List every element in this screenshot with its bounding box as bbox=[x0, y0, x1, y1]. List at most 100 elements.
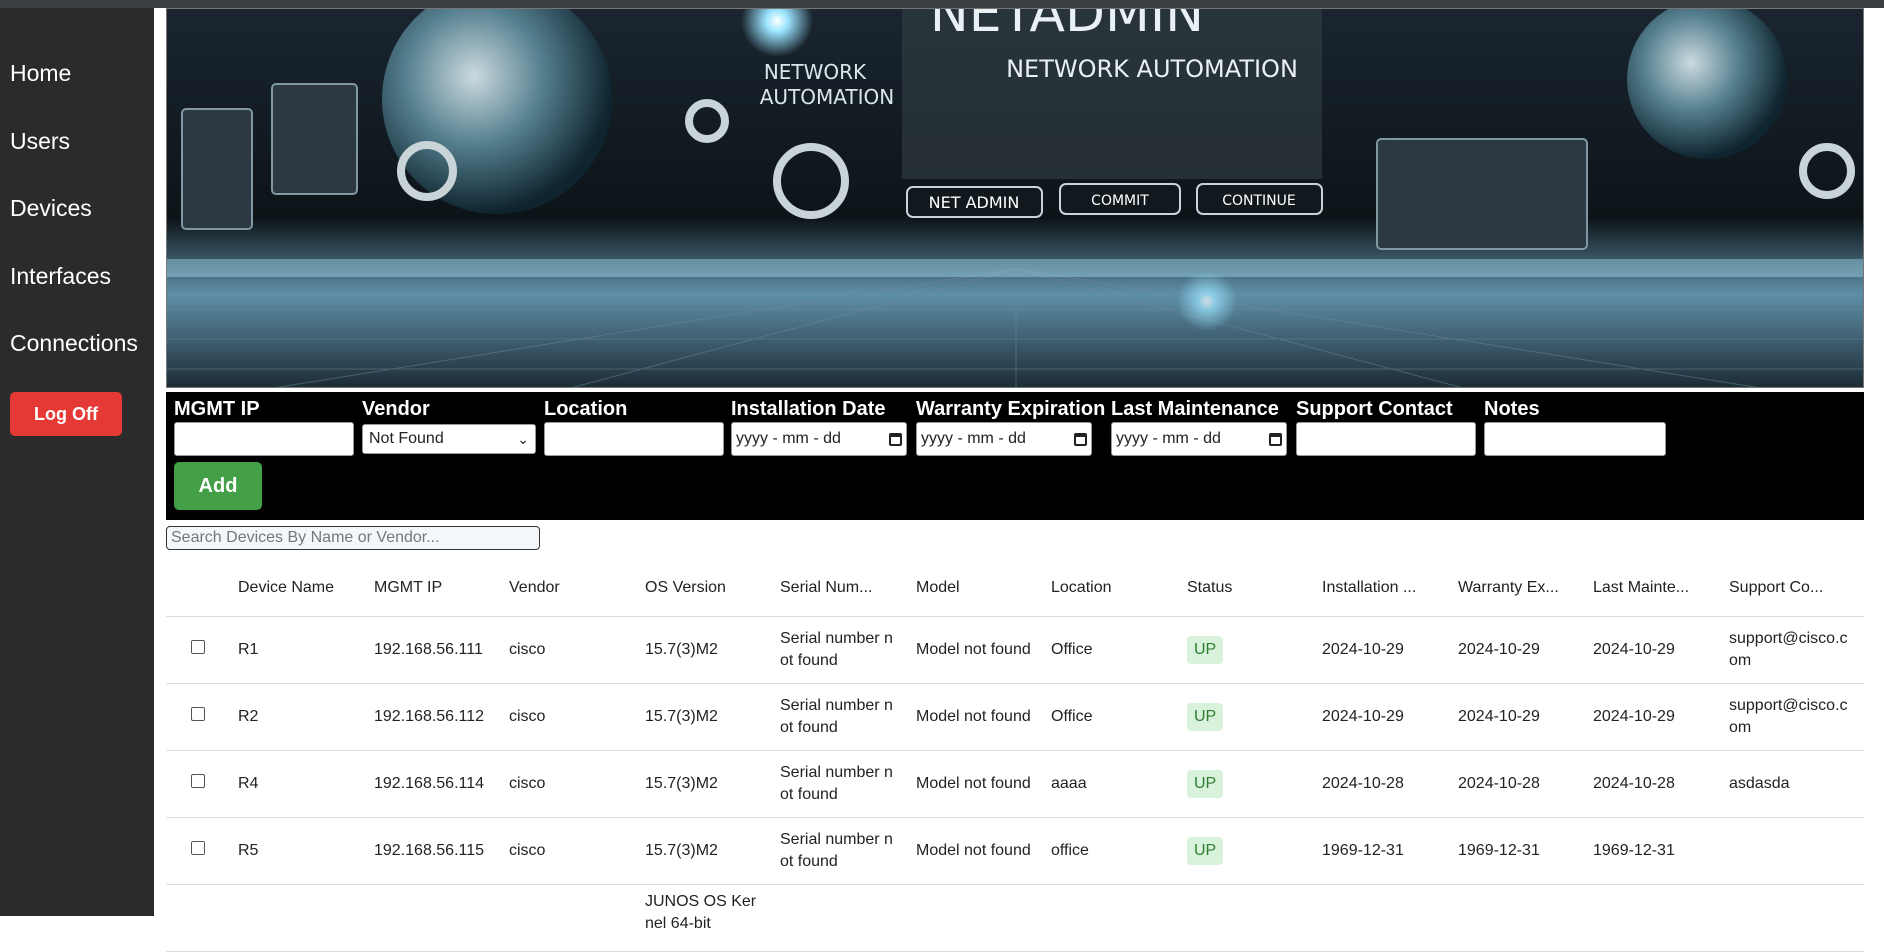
sidebar-item-connections[interactable]: Connections bbox=[10, 330, 138, 357]
last-maintenance-cell: 2024-10-29 bbox=[1585, 683, 1721, 751]
status-badge: UP bbox=[1187, 702, 1224, 731]
sidebar-item-interfaces[interactable]: Interfaces bbox=[10, 263, 111, 290]
banner-image: NETADMIN NETWORK AUTOMATION NETWORK AUTO… bbox=[166, 8, 1864, 388]
banner-artwork: NETADMIN NETWORK AUTOMATION NETWORK AUTO… bbox=[167, 9, 1863, 387]
row-checkbox[interactable] bbox=[191, 840, 205, 855]
banner-left-text-1: NETWORK bbox=[764, 60, 867, 84]
last-maintenance-cell: 1969-12-31 bbox=[1585, 817, 1721, 885]
os-version-cell: 15.7(3)M2 bbox=[637, 750, 772, 818]
sidebar-item-devices[interactable]: Devices bbox=[10, 195, 92, 222]
column-header-serial-number[interactable]: Serial Num... bbox=[772, 560, 908, 617]
sidebar-item-home[interactable]: Home bbox=[10, 60, 71, 87]
calendar-icon[interactable] bbox=[1074, 432, 1087, 446]
row-select-cell bbox=[166, 683, 230, 751]
calendar-icon[interactable] bbox=[1269, 432, 1282, 446]
warranty-expiration-input[interactable]: yyyy - mm - dd bbox=[916, 422, 1092, 456]
warranty-expiration-cell: 2024-10-28 bbox=[1450, 750, 1585, 818]
location-input[interactable] bbox=[544, 422, 724, 456]
os-version-cell: JUNOS OS Kernel 64-bit bbox=[637, 884, 772, 952]
installation-date-cell: 2024-10-29 bbox=[1314, 616, 1450, 684]
installation-date-cell bbox=[1314, 884, 1450, 952]
warranty-expiration-cell: 2024-10-29 bbox=[1450, 683, 1585, 751]
row-checkbox[interactable] bbox=[191, 773, 205, 788]
table-row[interactable]: JUNOS OS Kernel 64-bit bbox=[166, 884, 1864, 952]
vendor-select-value: Not Found bbox=[369, 430, 444, 447]
mgmt-ip-cell: 192.168.56.112 bbox=[366, 683, 501, 751]
add-device-button[interactable]: Add bbox=[174, 462, 262, 510]
device-name-cell: R1 bbox=[230, 616, 366, 684]
column-header-model[interactable]: Model bbox=[908, 560, 1043, 617]
select-column-header bbox=[166, 560, 230, 617]
column-header-installation-date[interactable]: Installation ... bbox=[1314, 560, 1450, 617]
warranty-expiration-cell bbox=[1450, 884, 1585, 952]
column-header-support-contact[interactable]: Support Co... bbox=[1721, 560, 1864, 617]
table-row[interactable]: R2 192.168.56.112 cisco 15.7(3)M2 Serial… bbox=[166, 683, 1864, 751]
serial-number-cell: Serial number not found bbox=[772, 683, 908, 751]
search-input[interactable]: Search Devices By Name or Vendor... bbox=[166, 526, 540, 550]
column-header-os-version[interactable]: OS Version bbox=[637, 560, 772, 617]
column-header-vendor[interactable]: Vendor bbox=[501, 560, 637, 617]
column-header-last-maintenance[interactable]: Last Mainte... bbox=[1585, 560, 1721, 617]
column-header-location[interactable]: Location bbox=[1043, 560, 1179, 617]
mgmt-ip-label: MGMT IP bbox=[174, 398, 260, 420]
location-cell: Office bbox=[1043, 683, 1179, 751]
last-maintenance-cell: 2024-10-29 bbox=[1585, 616, 1721, 684]
notes-label: Notes bbox=[1484, 398, 1540, 420]
row-checkbox[interactable] bbox=[191, 639, 205, 654]
support-contact-cell: support@cisco.com bbox=[1721, 616, 1864, 684]
sidebar: Home Users Devices Interfaces Connection… bbox=[0, 8, 154, 916]
mgmt-ip-input[interactable] bbox=[174, 422, 354, 456]
log-off-button[interactable]: Log Off bbox=[10, 392, 122, 436]
status-badge: UP bbox=[1187, 769, 1224, 798]
table-row[interactable]: R4 192.168.56.114 cisco 15.7(3)M2 Serial… bbox=[166, 750, 1864, 818]
vendor-cell: cisco bbox=[501, 817, 637, 885]
os-version-cell: 15.7(3)M2 bbox=[637, 616, 772, 684]
column-header-device-name[interactable]: Device Name bbox=[230, 560, 366, 617]
row-select-cell bbox=[166, 616, 230, 684]
warranty-expiration-cell: 1969-12-31 bbox=[1450, 817, 1585, 885]
model-cell: Model not found bbox=[908, 750, 1043, 818]
location-cell: office bbox=[1043, 817, 1179, 885]
column-header-status[interactable]: Status bbox=[1179, 560, 1314, 617]
column-header-mgmt-ip[interactable]: MGMT IP bbox=[366, 560, 501, 617]
row-select-cell bbox=[166, 884, 230, 952]
add-device-form: MGMT IP Vendor Not Found ⌄ Location Inst… bbox=[166, 392, 1864, 520]
device-name-cell: R4 bbox=[230, 750, 366, 818]
installation-date-label: Installation Date bbox=[731, 398, 886, 420]
status-cell: UP bbox=[1179, 683, 1314, 751]
banner-btn-3: CONTINUE bbox=[1222, 193, 1296, 209]
calendar-icon[interactable] bbox=[889, 432, 902, 446]
device-name-cell bbox=[230, 884, 366, 952]
vendor-cell: cisco bbox=[501, 616, 637, 684]
sidebar-item-users[interactable]: Users bbox=[10, 128, 70, 155]
os-version-cell: 15.7(3)M2 bbox=[637, 817, 772, 885]
device-name-cell: R2 bbox=[230, 683, 366, 751]
serial-number-cell: Serial number not found bbox=[772, 750, 908, 818]
vendor-cell: cisco bbox=[501, 683, 637, 751]
last-maintenance-cell: 2024-10-28 bbox=[1585, 750, 1721, 818]
table-row[interactable]: R5 192.168.56.115 cisco 15.7(3)M2 Serial… bbox=[166, 817, 1864, 885]
status-cell: UP bbox=[1179, 817, 1314, 885]
column-header-warranty-expiration[interactable]: Warranty Ex... bbox=[1450, 560, 1585, 617]
devices-table: Device Name MGMT IP Vendor OS Version Se… bbox=[166, 560, 1864, 952]
serial-number-cell: Serial number not found bbox=[772, 817, 908, 885]
last-maintenance-input[interactable]: yyyy - mm - dd bbox=[1111, 422, 1287, 456]
status-badge: UP bbox=[1187, 836, 1224, 865]
location-cell: Office bbox=[1043, 616, 1179, 684]
warranty-expiration-label: Warranty Expiration bbox=[916, 398, 1106, 420]
vendor-select[interactable]: Not Found ⌄ bbox=[362, 424, 536, 454]
location-label: Location bbox=[544, 398, 628, 420]
installation-date-cell: 2024-10-29 bbox=[1314, 683, 1450, 751]
support-contact-cell bbox=[1721, 817, 1864, 885]
installation-date-input[interactable]: yyyy - mm - dd bbox=[731, 422, 907, 456]
banner-subtitle-text: NETWORK AUTOMATION bbox=[1006, 55, 1298, 83]
top-window-strip bbox=[0, 0, 1884, 8]
os-version-cell: 15.7(3)M2 bbox=[637, 683, 772, 751]
mgmt-ip-cell: 192.168.56.111 bbox=[366, 616, 501, 684]
last-maintenance-label: Last Maintenance bbox=[1111, 398, 1279, 420]
notes-input[interactable] bbox=[1484, 422, 1666, 456]
row-checkbox[interactable] bbox=[191, 706, 205, 721]
table-row[interactable]: R1 192.168.56.111 cisco 15.7(3)M2 Serial… bbox=[166, 616, 1864, 684]
support-contact-input[interactable] bbox=[1296, 422, 1476, 456]
banner-title-text: NETADMIN bbox=[930, 9, 1204, 44]
